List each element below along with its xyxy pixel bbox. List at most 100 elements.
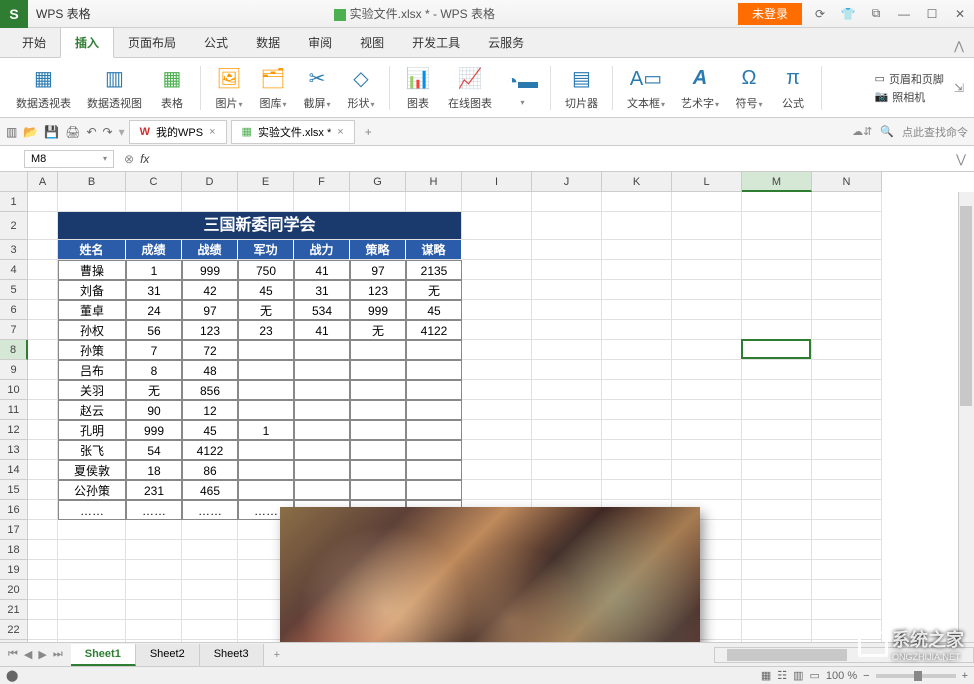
spreadsheet-grid[interactable]: ABCDEFGHIJKLMN 1234567891011121314151617… xyxy=(0,172,974,670)
scrollbar-thumb[interactable] xyxy=(960,206,972,406)
cell[interactable] xyxy=(58,540,126,560)
menu-item-5[interactable]: 审阅 xyxy=(294,28,346,57)
cell[interactable] xyxy=(672,420,742,440)
view-normal-icon[interactable]: ▦ xyxy=(761,669,771,682)
cell[interactable]: 856 xyxy=(182,380,238,400)
cell[interactable] xyxy=(462,400,532,420)
cell[interactable] xyxy=(602,300,672,320)
col-header[interactable]: M xyxy=(742,172,812,192)
cell[interactable] xyxy=(350,380,406,400)
cell[interactable]: 31 xyxy=(126,280,182,300)
picture-button[interactable]: 🖼图片▾ xyxy=(209,65,249,111)
row-header[interactable]: 20 xyxy=(0,580,28,600)
cell[interactable] xyxy=(28,260,58,280)
name-box[interactable]: M8▾ xyxy=(24,150,114,168)
cell[interactable] xyxy=(672,360,742,380)
wordart-button[interactable]: A艺术字▾ xyxy=(675,65,725,111)
cell[interactable]: 无 xyxy=(350,320,406,340)
cell[interactable] xyxy=(672,460,742,480)
cell[interactable] xyxy=(742,500,812,520)
cell[interactable] xyxy=(406,380,462,400)
cell[interactable] xyxy=(742,420,812,440)
print-icon[interactable]: 🖨 xyxy=(65,125,80,139)
cell[interactable] xyxy=(532,340,602,360)
cell[interactable] xyxy=(602,480,672,500)
row-header[interactable]: 6 xyxy=(0,300,28,320)
cell[interactable] xyxy=(602,240,672,260)
cell[interactable] xyxy=(58,600,126,620)
cell[interactable] xyxy=(238,380,294,400)
cell[interactable] xyxy=(742,480,812,500)
maximize-icon[interactable]: ☐ xyxy=(918,0,946,28)
cell[interactable]: 吕布 xyxy=(58,360,126,380)
menu-item-0[interactable]: 开始 xyxy=(8,28,60,57)
search-icon[interactable]: 🔍 xyxy=(880,125,894,138)
status-record-icon[interactable]: ⬤ xyxy=(6,669,18,682)
cell[interactable] xyxy=(812,580,882,600)
cell[interactable] xyxy=(28,420,58,440)
cell[interactable]: 公孙策 xyxy=(58,480,126,500)
cell[interactable] xyxy=(406,420,462,440)
menu-item-7[interactable]: 开发工具 xyxy=(398,28,474,57)
cell[interactable] xyxy=(182,560,238,580)
cell[interactable] xyxy=(602,440,672,460)
formula-input[interactable] xyxy=(155,157,948,161)
cell[interactable]: 534 xyxy=(294,300,350,320)
cell[interactable] xyxy=(350,400,406,420)
login-button[interactable]: 未登录 xyxy=(738,3,802,25)
cell[interactable]: 42 xyxy=(182,280,238,300)
row-header[interactable]: 13 xyxy=(0,440,28,460)
sheet-first-icon[interactable]: ⏮ xyxy=(6,646,20,663)
cell[interactable] xyxy=(742,600,812,620)
cell[interactable] xyxy=(28,360,58,380)
cell[interactable]: 战力 xyxy=(294,240,350,260)
cell[interactable] xyxy=(462,192,532,212)
cell[interactable]: 72 xyxy=(182,340,238,360)
cell[interactable]: 24 xyxy=(126,300,182,320)
zoom-out-icon[interactable]: − xyxy=(863,670,869,682)
cell[interactable] xyxy=(28,560,58,580)
row-header[interactable]: 19 xyxy=(0,560,28,580)
symbol-button[interactable]: Ω符号▾ xyxy=(729,65,769,111)
cell[interactable] xyxy=(812,500,882,520)
cell[interactable]: 999 xyxy=(182,260,238,280)
cell[interactable]: 45 xyxy=(406,300,462,320)
cell[interactable]: 31 xyxy=(294,280,350,300)
cell[interactable] xyxy=(462,340,532,360)
name-dropdown-icon[interactable]: ▾ xyxy=(103,154,107,163)
cell[interactable]: 无 xyxy=(406,280,462,300)
cell[interactable]: 90 xyxy=(126,400,182,420)
col-header[interactable]: A xyxy=(28,172,58,192)
redo-icon[interactable]: ↷ xyxy=(103,125,113,139)
qat-more-icon[interactable]: ▾ xyxy=(119,125,125,139)
cell[interactable]: 2135 xyxy=(406,260,462,280)
cell[interactable] xyxy=(350,480,406,500)
cell[interactable] xyxy=(126,620,182,640)
cell[interactable]: 谋略 xyxy=(406,240,462,260)
col-header[interactable]: J xyxy=(532,172,602,192)
cell[interactable] xyxy=(812,560,882,580)
ribbon-expand-icon[interactable]: ⇲ xyxy=(948,81,964,95)
cell[interactable]: 56 xyxy=(126,320,182,340)
cell[interactable] xyxy=(28,192,58,212)
shapes-button[interactable]: ◇形状▾ xyxy=(341,65,381,111)
cell[interactable] xyxy=(812,320,882,340)
col-header[interactable]: L xyxy=(672,172,742,192)
cell[interactable] xyxy=(28,280,58,300)
cell[interactable] xyxy=(28,600,58,620)
row-header[interactable]: 21 xyxy=(0,600,28,620)
cell[interactable] xyxy=(672,440,742,460)
cell[interactable] xyxy=(812,480,882,500)
cell[interactable] xyxy=(672,480,742,500)
cell[interactable] xyxy=(742,340,812,360)
select-all-corner[interactable] xyxy=(0,172,28,192)
sheet-prev-icon[interactable]: ◀ xyxy=(22,646,34,663)
cell[interactable] xyxy=(294,340,350,360)
cell[interactable] xyxy=(294,192,350,212)
cell[interactable] xyxy=(462,280,532,300)
formula-expand-icon[interactable]: ⋁ xyxy=(948,152,974,166)
cell[interactable]: 策略 xyxy=(350,240,406,260)
cell[interactable] xyxy=(602,192,672,212)
cell[interactable] xyxy=(28,460,58,480)
cell[interactable]: 7 xyxy=(126,340,182,360)
